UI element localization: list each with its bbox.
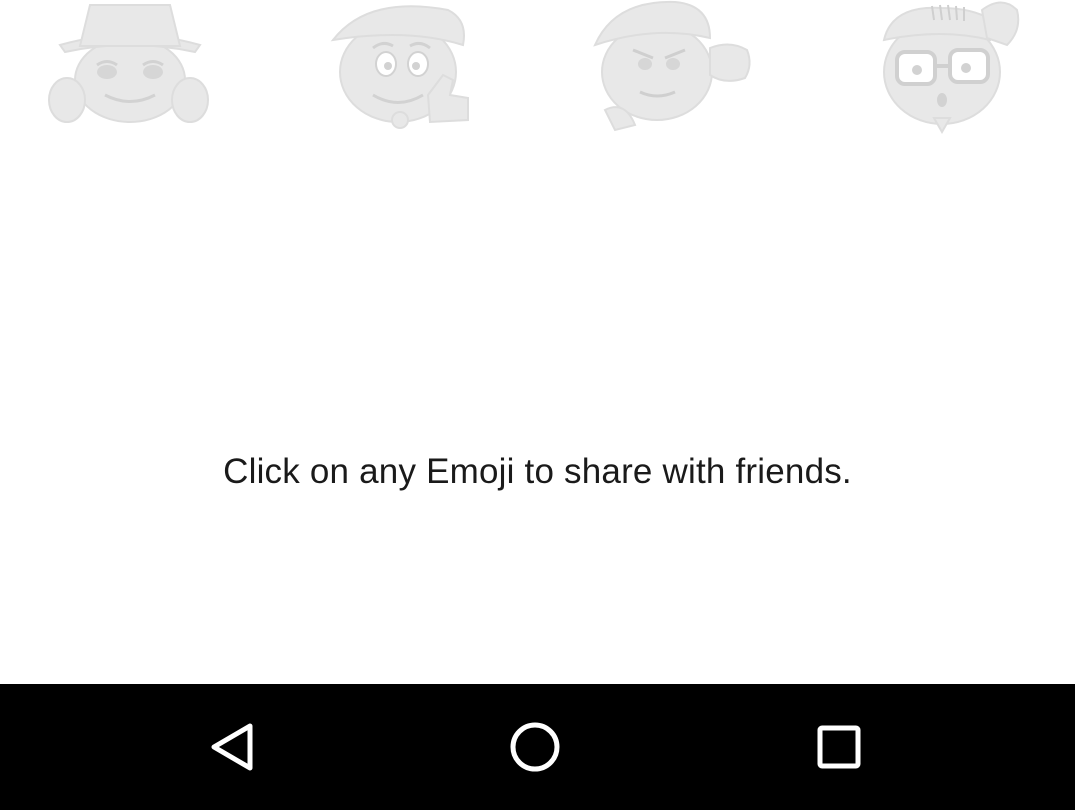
android-navigation-bar bbox=[0, 684, 1075, 810]
home-circle-icon[interactable] bbox=[500, 712, 570, 782]
share-instruction-text: Click on any Emoji to share with friends… bbox=[223, 452, 852, 491]
hat-sunglasses-emoji-icon[interactable] bbox=[45, 0, 215, 140]
emoji-grid-row bbox=[0, 0, 1075, 140]
back-triangle-icon[interactable] bbox=[198, 712, 268, 782]
recents-square-icon[interactable] bbox=[804, 712, 874, 782]
cap-thumbs-up-emoji-icon[interactable] bbox=[318, 0, 488, 140]
glasses-comb-emoji-icon[interactable] bbox=[862, 0, 1032, 140]
app-screen: Click on any Emoji to share with friends… bbox=[0, 0, 1075, 810]
cap-fist-emoji-icon[interactable] bbox=[585, 0, 755, 140]
